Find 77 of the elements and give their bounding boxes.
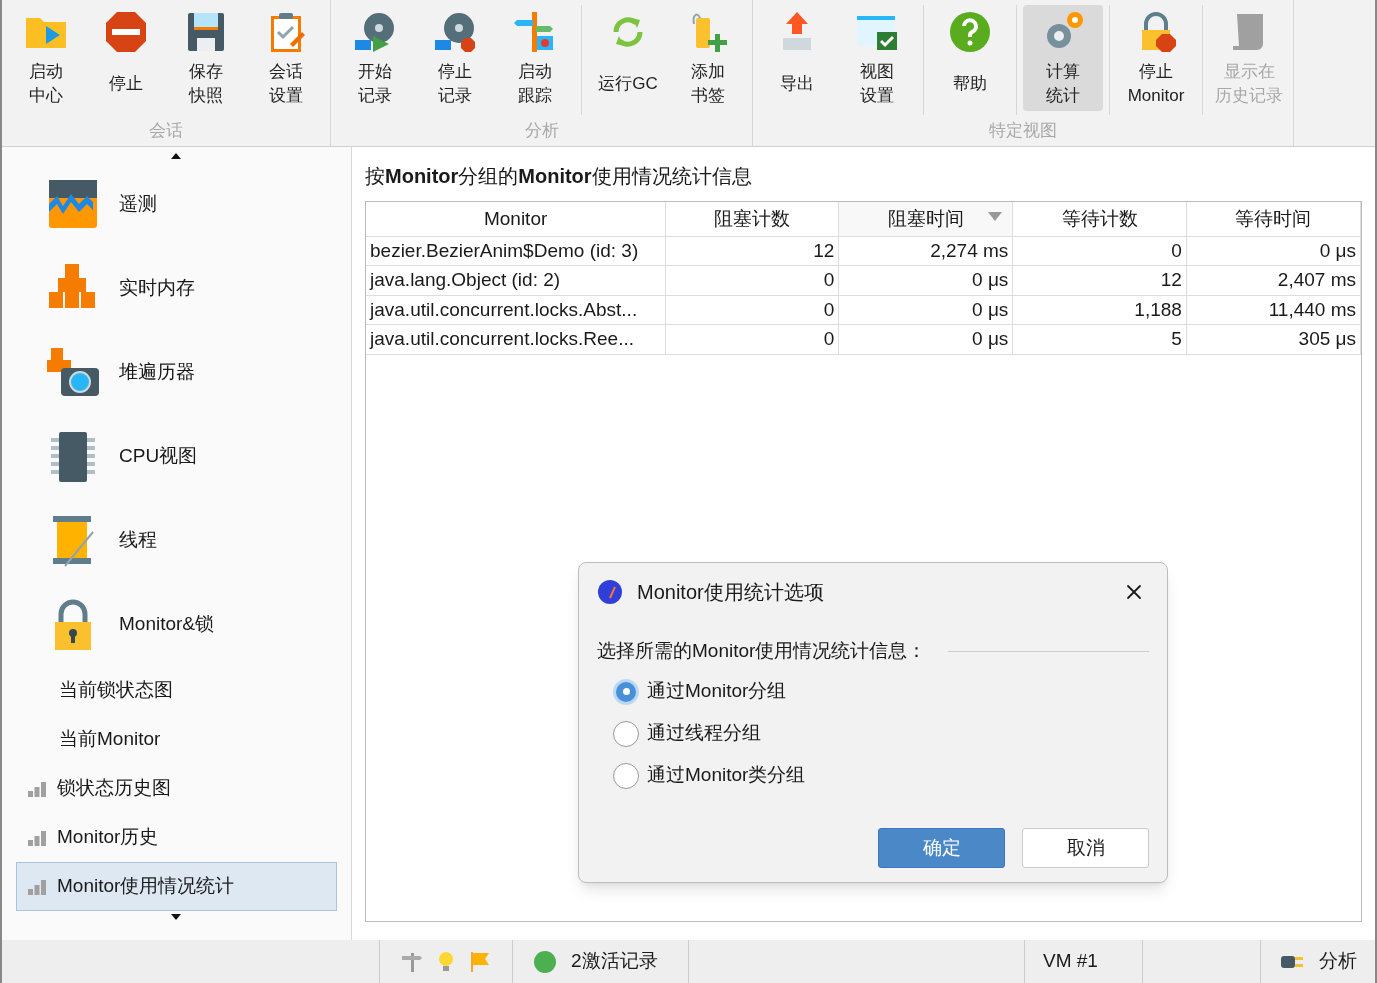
column-header[interactable]: 阻塞时间 — [838, 202, 1013, 236]
table-cell: java.util.concurrent.locks.Ree... — [366, 324, 666, 354]
sidebar-item[interactable]: Monitor历史 — [16, 813, 337, 862]
gauge-icon — [597, 579, 623, 605]
sidebar-item[interactable]: 实时内存 — [16, 246, 337, 330]
toolbar-button[interactable]: 停止 记录 — [415, 5, 495, 111]
toolbar-button[interactable]: 视图 设置 — [837, 5, 917, 111]
vm-label: VM #1 — [1043, 949, 1098, 974]
toolbar-button[interactable]: 计算 统计 — [1023, 5, 1103, 111]
stop-sign-icon — [104, 10, 148, 54]
toolbar-button[interactable]: 帮助 — [930, 5, 1010, 111]
table-cell: 0 μs — [838, 295, 1013, 325]
table-cell: 5 — [1012, 324, 1187, 354]
toolbar-button[interactable]: 保存 快照 — [166, 5, 246, 111]
toolbar-button[interactable]: 添加 书签 — [668, 5, 748, 111]
table-cell: 12 — [1012, 265, 1187, 295]
toolbar-button[interactable]: 停止 Monitor — [1116, 5, 1196, 111]
radio-option[interactable]: 通过Monitor类分组 — [613, 759, 1149, 792]
toolbar-button[interactable]: 开始 记录 — [335, 5, 415, 111]
bar-chart-icon — [27, 780, 47, 797]
flag-icon — [468, 949, 492, 974]
radio-option[interactable]: 通过Monitor分组 — [613, 675, 1149, 708]
status-dot-icon — [533, 949, 557, 974]
sidebar-item[interactable]: 当前锁状态图 — [16, 666, 337, 715]
table-cell: bezier.BezierAnim$Demo (id: 3) — [366, 236, 666, 266]
table-cell: java.lang.Object (id: 2) — [366, 265, 666, 295]
table-cell: 0 — [665, 324, 839, 354]
sidebar-item[interactable]: 堆遍历器 — [16, 330, 337, 414]
column-header[interactable]: 等待计数 — [1012, 202, 1187, 236]
table-cell: 0 μs — [838, 324, 1013, 354]
scroll-up-icon — [169, 152, 182, 160]
toolbar-button[interactable]: 启动 中心 — [6, 5, 86, 111]
group-label: 会话 — [149, 119, 183, 142]
recordings-status: 2激活记录 — [571, 949, 658, 974]
sidebar-item[interactable]: Monitor&锁 — [16, 582, 337, 666]
column-header[interactable]: 等待时间 — [1186, 202, 1361, 236]
column-header[interactable]: Monitor — [366, 202, 666, 236]
scroll-down-icon — [169, 913, 182, 921]
table-cell: 0 — [665, 265, 839, 295]
film-reel-icon — [433, 10, 477, 54]
sidebar-item[interactable]: 锁状态历史图 — [16, 764, 337, 813]
table-cell: 0 μs — [1186, 236, 1361, 266]
toolbar-button[interactable]: 启动 跟踪 — [495, 5, 575, 111]
toolbar-button[interactable]: 运行GC — [588, 5, 668, 111]
toolbar-button[interactable]: 导出 — [757, 5, 837, 111]
table-cell: 2,274 ms — [838, 236, 1013, 266]
table-cell: 2,407 ms — [1186, 265, 1361, 295]
table-cell: java.util.concurrent.locks.Abst... — [366, 295, 666, 325]
table-cell: 12 — [665, 236, 839, 266]
toolbar-button[interactable]: 会话 设置 — [246, 5, 326, 111]
table-cell: 0 μs — [838, 265, 1013, 295]
table-cell: 1,188 — [1012, 295, 1187, 325]
sidebar-item[interactable]: Monitor使用情况统计 — [16, 862, 337, 911]
table-cell: 0 — [665, 295, 839, 325]
dialog-button[interactable]: 取消 — [1022, 828, 1149, 868]
film-reel-icon — [353, 10, 397, 54]
bar-chart-icon — [27, 878, 47, 895]
sidebar-item[interactable]: 线程 — [16, 498, 337, 582]
sort-descending-icon — [988, 212, 1003, 221]
table-cell: 0 — [1012, 236, 1187, 266]
dialog-title: Monitor使用统计选项 — [637, 580, 824, 605]
group-label: 特定视图 — [989, 119, 1057, 142]
table-cell: 11,440 ms — [1186, 295, 1361, 325]
dialog-button[interactable]: 确定 — [878, 828, 1005, 868]
bar-chart-icon — [27, 829, 47, 846]
table-cell: 305 μs — [1186, 324, 1361, 354]
sidebar-item[interactable]: 当前Monitor — [16, 715, 337, 764]
mode-label: 分析 — [1319, 949, 1357, 974]
help-icon — [948, 10, 992, 54]
group-label: 分析 — [524, 119, 559, 142]
column-header[interactable]: 阻塞计数 — [665, 202, 839, 236]
dialog-prompt: 选择所需的Monitor使用情况统计信息： — [597, 639, 927, 663]
sidebar-item[interactable]: CPU视图 — [16, 414, 337, 498]
toolbar-button[interactable]: 停止 — [86, 5, 166, 111]
view-title: 按Monitor分组的Monitor使用情况统计信息 — [365, 164, 753, 189]
sidebar-item[interactable]: 遥测 — [16, 162, 337, 246]
radio-option[interactable]: 通过线程分组 — [613, 717, 1149, 750]
